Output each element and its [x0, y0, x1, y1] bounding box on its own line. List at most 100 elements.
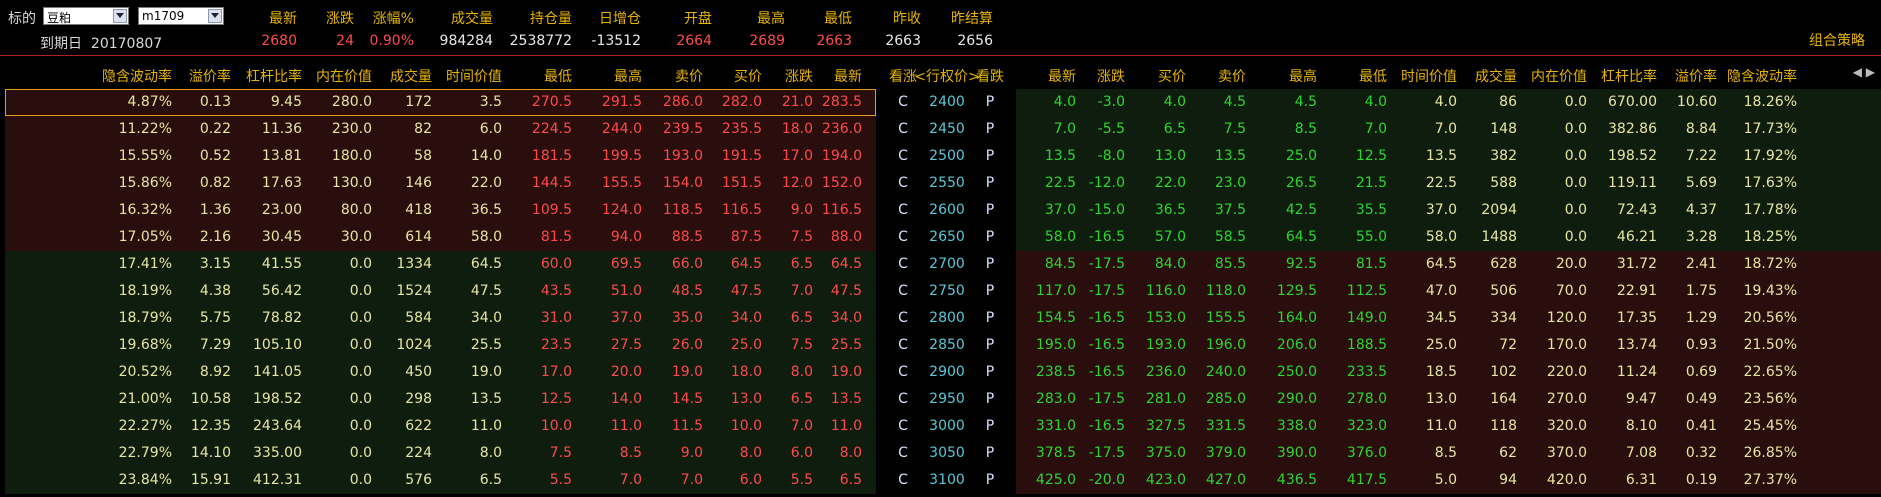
- put-cell: 420.0: [1546, 472, 1587, 488]
- put-cell: 23.0: [1214, 175, 1246, 191]
- call-cell: 13.81: [261, 148, 302, 164]
- call-cell: 172: [405, 94, 432, 110]
- put-cell: 0.0: [1564, 121, 1587, 137]
- put-cell: 18.5: [1425, 364, 1457, 380]
- put-cell: 290.0: [1276, 391, 1317, 407]
- call-cell: 584: [405, 310, 432, 326]
- quote-value: 984284: [439, 33, 493, 49]
- put-type-label: P: [985, 445, 995, 461]
- call-cell: 8.92: [199, 364, 231, 380]
- strike-price: 2750: [929, 283, 965, 299]
- put-cell: 5.0: [1434, 472, 1457, 488]
- call-cell: 17.63: [261, 175, 302, 191]
- contract-select-value: m1709: [142, 9, 185, 23]
- put-cell: 278.0: [1346, 391, 1387, 407]
- call-cell: 7.29: [199, 337, 231, 353]
- table-row[interactable]: 19.68% 7.29 105.10 0.0 1024 25.5 23.5 27.5 26.0 2…: [0, 332, 1881, 359]
- call-cell: 3.5: [479, 94, 502, 110]
- call-cell: 17.41%: [118, 256, 172, 272]
- strike-price: 2600: [929, 202, 965, 218]
- contract-select[interactable]: m1709: [138, 7, 224, 25]
- put-cell: 327.5: [1145, 418, 1186, 434]
- put-cell: -16.5: [1088, 418, 1125, 434]
- put-cell: 46.21: [1616, 229, 1657, 245]
- call-cell: 30.0: [340, 229, 372, 245]
- call-cell: 11.36: [261, 121, 302, 137]
- call-cell: 239.5: [662, 121, 703, 137]
- table-row[interactable]: 11.22% 0.22 11.36 230.0 82 6.0 224.5 244.0 239.5…: [0, 116, 1881, 143]
- put-cell: 118: [1490, 418, 1517, 434]
- put-cell: 72: [1499, 337, 1517, 353]
- table-row[interactable]: 15.55% 0.52 13.81 180.0 58 14.0 181.5 199.5 193.…: [0, 143, 1881, 170]
- call-cell: 19.0: [470, 364, 502, 380]
- call-cell: 31.0: [540, 310, 572, 326]
- put-cell: 18.25%: [1743, 229, 1797, 245]
- table-row[interactable]: 16.32% 1.36 23.00 80.0 418 36.5 109.5 124.0 118.…: [0, 197, 1881, 224]
- put-cell: -12.0: [1088, 175, 1125, 191]
- table-row[interactable]: 18.19% 4.38 56.42 0.0 1524 47.5 43.5 51.0 48.5 47…: [0, 278, 1881, 305]
- table-header: ◀ ▶ 隐含波动率 溢价率 杠杆比率 内在价值 成交量 时间价值 最低 最高 卖价 买价 涨跌 最新看…: [0, 59, 1881, 89]
- call-cell: 298: [405, 391, 432, 407]
- call-cell: 193.0: [662, 148, 703, 164]
- table-row[interactable]: 23.84% 15.91 412.31 0.0 576 6.5 5.5 7.0 7.0 6.0 5.…: [0, 467, 1881, 494]
- call-cell: 23.84%: [118, 472, 172, 488]
- put-cell: -17.5: [1088, 391, 1125, 407]
- call-cell: 15.55%: [118, 148, 172, 164]
- call-cell: 20.0: [610, 364, 642, 380]
- underlying-select[interactable]: 豆粕: [43, 7, 129, 25]
- put-cell: 376.0: [1346, 445, 1387, 461]
- call-cell: 130.0: [331, 175, 372, 191]
- put-cell: 36.5: [1154, 202, 1186, 218]
- put-cell: 116.0: [1145, 283, 1186, 299]
- table-row[interactable]: 21.00% 10.58 198.52 0.0 298 13.5 12.5 14.0 14.5 1…: [0, 386, 1881, 413]
- call-cell: 109.5: [531, 202, 572, 218]
- table-row[interactable]: 18.79% 5.75 78.82 0.0 584 34.0 31.0 37.0 35.0 34.…: [0, 305, 1881, 332]
- put-cell: 1.75: [1685, 283, 1717, 299]
- call-cell: 82: [414, 121, 432, 137]
- call-cell: 47.5: [470, 283, 502, 299]
- call-cell: 47.5: [830, 283, 862, 299]
- call-cell: 22.0: [470, 175, 502, 191]
- table-row[interactable]: 22.79% 14.10 335.00 0.0 224 8.0 7.5 8.5 9.0 8.0 6.…: [0, 440, 1881, 467]
- call-cell: 5.5: [549, 472, 572, 488]
- call-cell: 9.0: [680, 445, 703, 461]
- put-cell: 0.0: [1564, 148, 1587, 164]
- quote-header: 开盘: [684, 11, 712, 27]
- put-cell: 0.0: [1564, 94, 1587, 110]
- quote-value: 0.90%: [369, 33, 414, 49]
- put-cell: 0.0: [1564, 229, 1587, 245]
- chevron-down-icon[interactable]: [113, 9, 127, 23]
- put-cell: 10.60: [1676, 94, 1717, 110]
- put-cell: 628: [1490, 256, 1517, 272]
- table-row[interactable]: 22.27% 12.35 243.64 0.0 622 11.0 10.0 11.0 11.5 1…: [0, 413, 1881, 440]
- call-cell: 14.5: [671, 391, 703, 407]
- table-row[interactable]: 17.05% 2.16 30.45 30.0 614 58.0 81.5 94.0 88.5 87…: [0, 224, 1881, 251]
- call-cell: 194.0: [821, 148, 862, 164]
- scroll-arrows-icon[interactable]: ◀ ▶: [1853, 65, 1875, 79]
- call-cell: 243.64: [253, 418, 302, 434]
- table-row[interactable]: 15.86% 0.82 17.63 130.0 146 22.0 144.5 155.5 154…: [0, 170, 1881, 197]
- put-cell: 8.10: [1625, 418, 1657, 434]
- table-row[interactable]: 17.41% 3.15 41.55 0.0 1334 64.5 60.0 69.5 66.0 64…: [0, 251, 1881, 278]
- call-cell: 22.27%: [118, 418, 172, 434]
- call-cell: 19.0: [830, 364, 862, 380]
- call-cell: 23.00: [261, 202, 302, 218]
- put-cell: 13.5: [1214, 148, 1246, 164]
- put-cell: 12.5: [1355, 148, 1387, 164]
- call-cell: 13.5: [470, 391, 502, 407]
- call-cell: 576: [405, 472, 432, 488]
- call-cell: 9.45: [270, 94, 302, 110]
- put-cell: 17.35: [1616, 310, 1657, 326]
- call-cell: 418: [405, 202, 432, 218]
- put-type-label: P: [985, 175, 995, 191]
- strike-price: 2900: [929, 364, 965, 380]
- combo-strategy-link[interactable]: 组合策略: [1809, 30, 1865, 50]
- put-cell: 120.0: [1546, 310, 1587, 326]
- table-row[interactable]: 4.87% 0.13 9.45 280.0 172 3.5 270.5 291.5 286.0 2…: [0, 89, 1881, 116]
- table-row[interactable]: 20.52% 8.92 141.05 0.0 450 19.0 17.0 20.0 19.0 18…: [0, 359, 1881, 386]
- put-cell: 72.43: [1616, 202, 1657, 218]
- put-cell: 35.5: [1355, 202, 1387, 218]
- chevron-down-icon[interactable]: [208, 9, 222, 23]
- put-cell: 6.5: [1163, 121, 1186, 137]
- quote-header: 昨结算: [951, 11, 993, 27]
